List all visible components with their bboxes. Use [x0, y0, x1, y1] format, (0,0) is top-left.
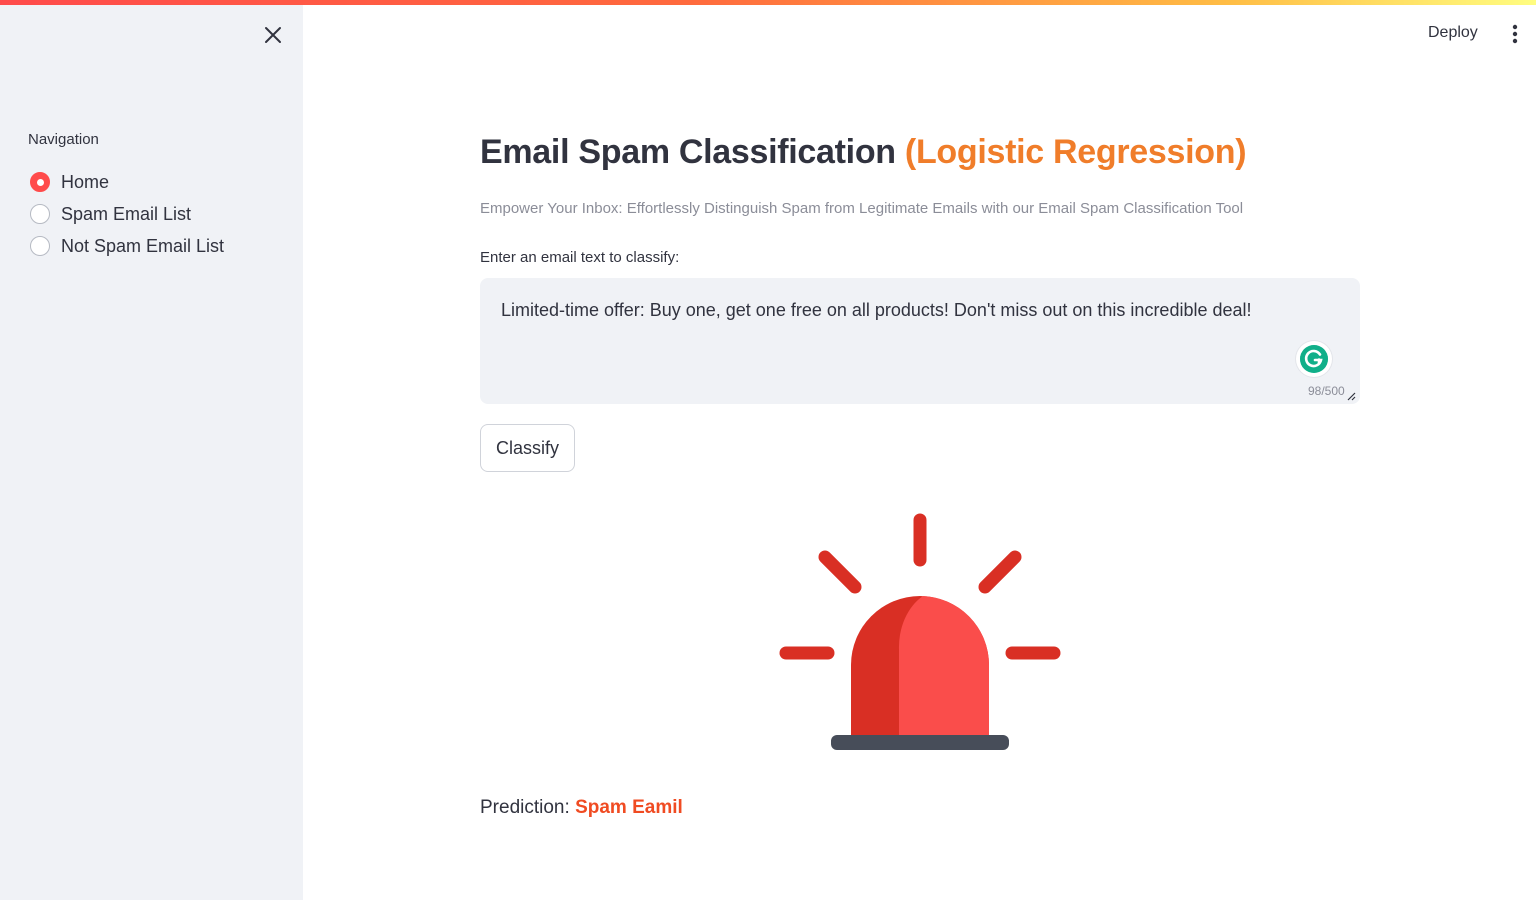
radio-checked-icon	[30, 172, 50, 192]
email-text-area[interactable]: Limited-time offer: Buy one, get one fre…	[480, 278, 1360, 404]
nav-radio-home[interactable]: Home	[30, 166, 224, 198]
nav-radio-label: Not Spam Email List	[61, 235, 225, 256]
page-title: Email Spam Classification (Logistic Regr…	[480, 133, 1247, 172]
prediction-result: Spam Eamil	[575, 797, 683, 818]
close-icon	[265, 27, 281, 43]
radio-unchecked-icon	[30, 236, 50, 256]
more-vertical-icon	[1512, 24, 1518, 44]
navigation-label: Navigation	[28, 131, 99, 148]
nav-radio-not-spam-email-list[interactable]: Not Spam Email List	[30, 230, 224, 262]
nav-radio-label: Spam Email List	[61, 203, 192, 224]
grammarly-icon	[1300, 345, 1328, 373]
page-subtitle: Empower Your Inbox: Effortlessly Disting…	[480, 200, 1244, 217]
resize-handle-icon[interactable]	[1346, 391, 1356, 401]
email-text-value: Limited-time offer: Buy one, get one fre…	[501, 300, 1252, 320]
sidebar: Navigation Home Spam Email List Not Spam…	[0, 0, 303, 900]
alarm-siren-icon	[779, 513, 1061, 750]
deploy-button[interactable]: Deploy	[1418, 22, 1488, 44]
email-input-label: Enter an email text to classify:	[480, 249, 680, 266]
nav-radio-spam-email-list[interactable]: Spam Email List	[30, 198, 224, 230]
prediction-text: Prediction: Spam Eamil	[480, 797, 683, 819]
prediction-label: Prediction:	[480, 797, 570, 818]
grammarly-button[interactable]	[1296, 341, 1332, 377]
classify-button[interactable]: Classify	[480, 424, 575, 472]
nav-radio-label: Home	[61, 171, 110, 192]
close-sidebar-button[interactable]	[258, 20, 288, 50]
character-count: 98/500	[1308, 384, 1345, 398]
title-accent: (Logistic Regression)	[904, 133, 1247, 171]
radio-unchecked-icon	[30, 204, 50, 224]
top-decoration-bar	[0, 0, 1536, 5]
main-menu-button[interactable]	[1504, 20, 1526, 48]
navigation-radio-group: Home Spam Email List Not Spam Email List	[30, 166, 224, 262]
title-main: Email Spam Classification	[480, 133, 896, 171]
